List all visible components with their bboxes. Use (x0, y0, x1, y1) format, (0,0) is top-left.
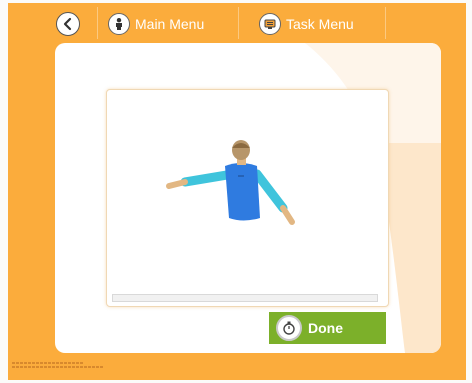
done-button[interactable]: Done (269, 312, 386, 344)
nav-divider (385, 7, 386, 39)
content-panel: Done (55, 43, 441, 353)
task-list-icon (259, 13, 281, 35)
back-button[interactable] (56, 12, 80, 36)
navbar: Main Menu Task Menu (8, 3, 466, 43)
person-icon (108, 13, 130, 35)
task-menu-button[interactable]: Task Menu (259, 11, 354, 37)
person-illustration (166, 140, 295, 225)
back-arrow-icon (63, 17, 72, 31)
main-menu-button[interactable]: Main Menu (108, 11, 204, 37)
video-player (106, 89, 389, 307)
nav-divider (238, 7, 239, 39)
footer-fine-print (12, 362, 212, 368)
nav-divider (97, 7, 98, 39)
main-menu-label: Main Menu (135, 16, 205, 32)
task-menu-label: Task Menu (286, 16, 354, 32)
stopwatch-icon (276, 315, 302, 341)
video-progress-bar[interactable] (112, 294, 378, 302)
done-label: Done (308, 320, 343, 336)
app-frame: Main Menu Task Menu Done (8, 3, 466, 380)
